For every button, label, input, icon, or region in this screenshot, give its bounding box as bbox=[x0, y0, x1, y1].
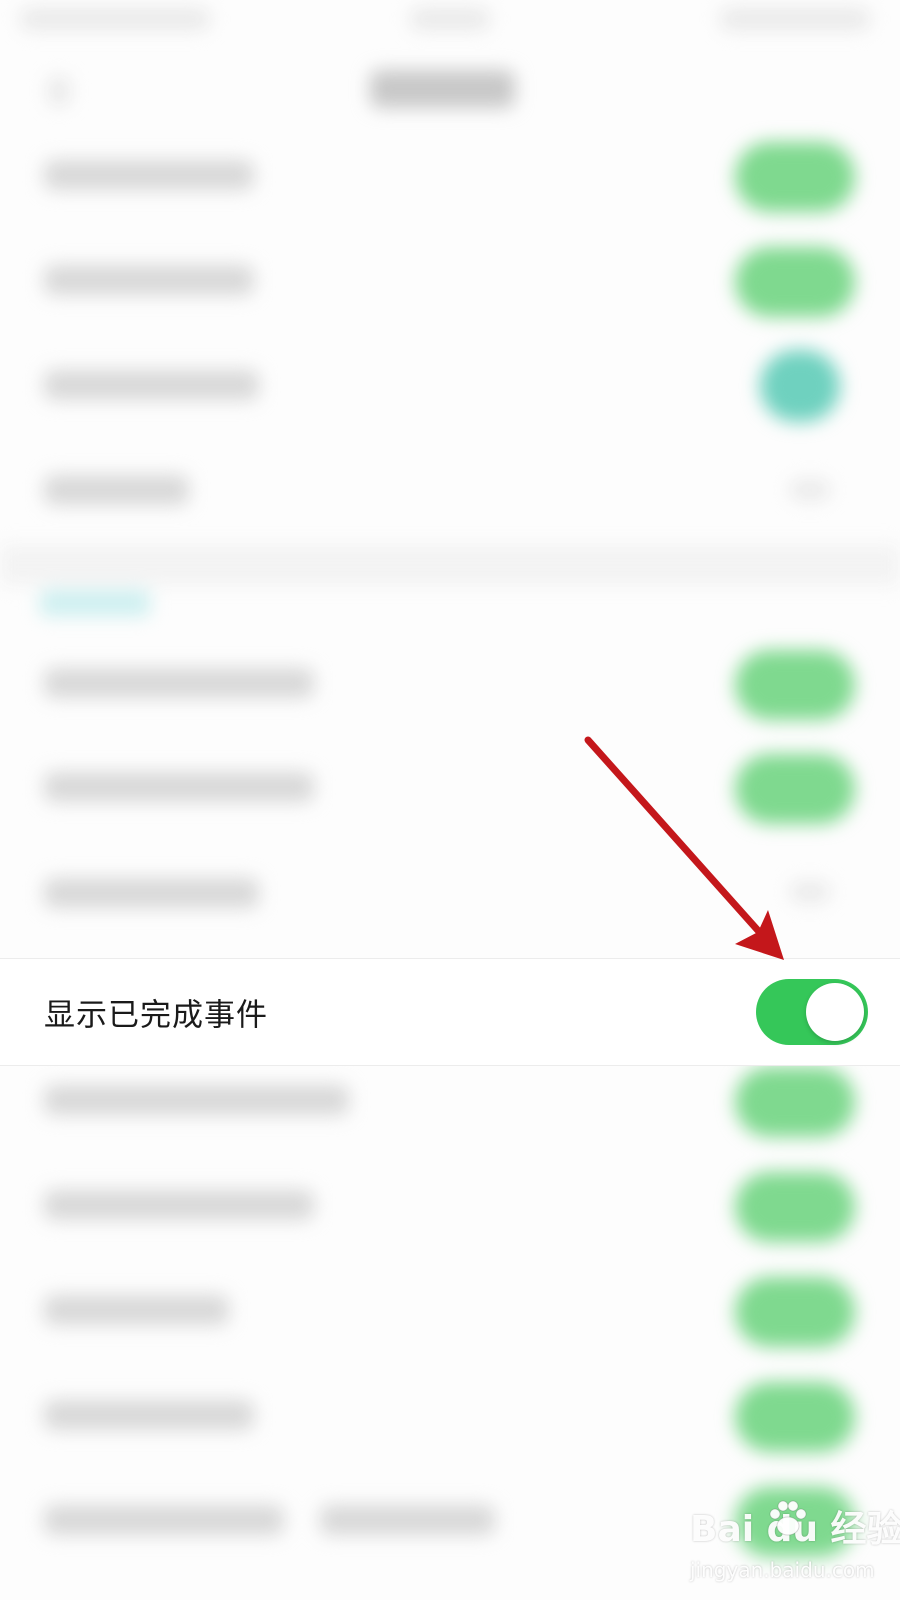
baidu-jingyan-watermark: Bai du 经验 jingyan.baidu.com bbox=[690, 1500, 900, 1590]
paw-icon bbox=[769, 1500, 807, 1536]
show-completed-events-toggle[interactable] bbox=[756, 979, 868, 1045]
show-completed-events-label: 显示已完成事件 bbox=[44, 997, 268, 1034]
toggle-knob bbox=[806, 983, 864, 1041]
settings-screen: 显示已完成事件 Bai du 经验 jingyan.baidu.com bbox=[0, 0, 900, 1600]
blurred-background bbox=[0, 0, 900, 1600]
show-completed-events-row[interactable]: 显示已完成事件 bbox=[0, 958, 900, 1066]
watermark-url: jingyan.baidu.com bbox=[690, 1558, 875, 1582]
